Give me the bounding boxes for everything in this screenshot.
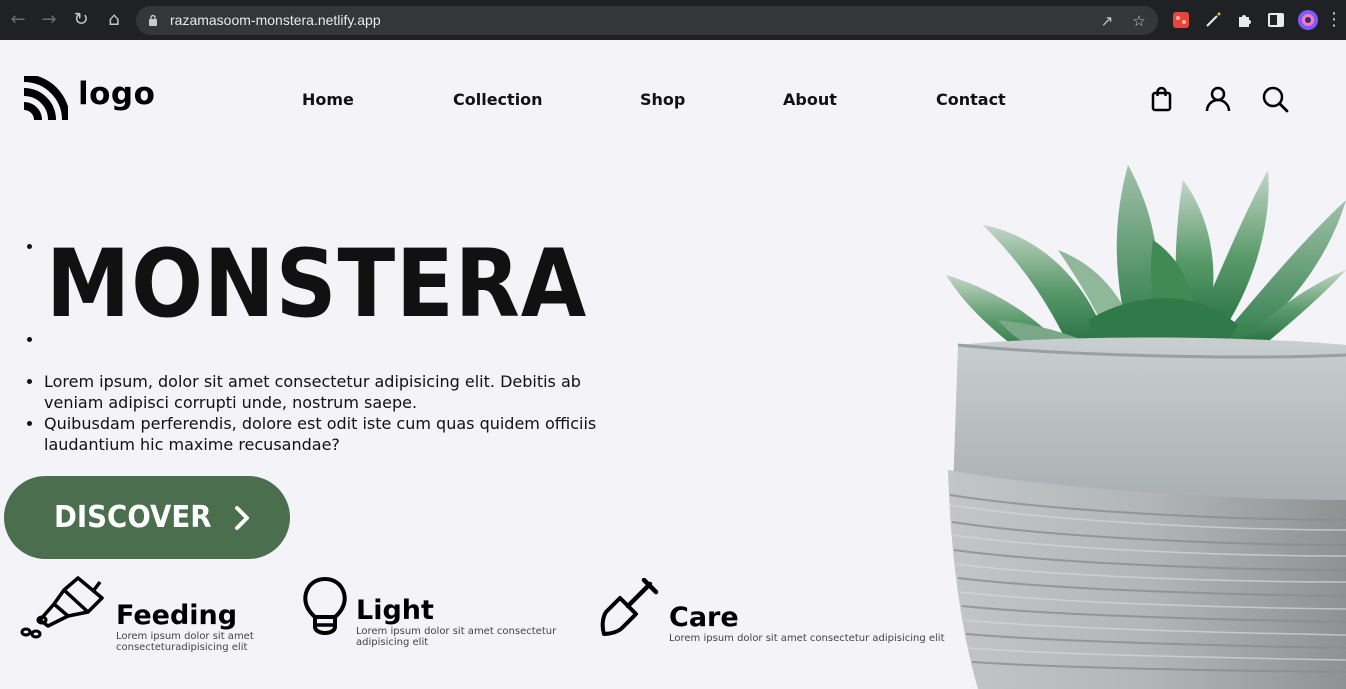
hero-title-item: MONSTERA [44,230,624,339]
lock-icon [149,14,157,26]
browser-toolbar: ← → ↻ ⌂ razamasoom-monstera.netlify.app … [0,0,1346,40]
shopping-bag-icon[interactable] [1148,85,1176,113]
hero-paragraph-2: Quibusdam perferendis, dolore est odit i… [44,413,624,455]
sidebar-icon[interactable] [1267,11,1285,29]
succulent-plant-image [946,165,1346,689]
chevron-right-icon [235,505,250,530]
feature-title-feeding: Feeding [116,600,238,631]
menu-dots-icon[interactable]: ⋮ [1325,9,1343,31]
profile-avatar[interactable] [1297,9,1319,31]
star-icon[interactable]: ☆ [1130,12,1148,30]
watering-can-icon [20,576,104,639]
nav-home[interactable]: Home [302,90,354,109]
shovel-icon [600,578,659,636]
share-icon[interactable]: ↗ [1098,12,1116,30]
back-arrow-icon[interactable]: ← [7,9,29,31]
feature-desc-light: Lorem ipsum dolor sit amet consectetur a… [356,626,557,648]
feature-desc-care: Lorem ipsum dolor sit amet consectetur a… [669,633,945,644]
address-bar[interactable]: razamasoom-monstera.netlify.app ↗ ☆ [136,6,1158,35]
url-text: razamasoom-monstera.netlify.app [170,12,381,28]
logo-icon[interactable] [24,76,68,120]
logo-text[interactable]: logo [78,76,155,112]
nav-shop[interactable]: Shop [640,90,685,109]
light-bulb-icon [303,577,347,635]
home-icon[interactable]: ⌂ [103,9,125,31]
discover-button[interactable]: DISCOVER [4,476,290,559]
puzzle-icon[interactable] [1236,11,1254,29]
hero-title: MONSTERA [46,230,588,339]
nav-collection[interactable]: Collection [453,90,543,109]
pen-extension-icon[interactable] [1204,11,1222,29]
feature-desc-feeding: Lorem ipsum dolor sit amet consecteturad… [116,631,254,653]
forward-arrow-icon[interactable]: → [38,9,60,31]
nav-about[interactable]: About [783,90,837,109]
hero-paragraph-1: Lorem ipsum, dolor sit amet consectetur … [44,371,624,413]
feature-title-light: Light [356,595,434,626]
extension-icon[interactable] [1172,11,1190,29]
search-icon[interactable] [1261,85,1289,113]
reload-icon[interactable]: ↻ [70,9,92,31]
nav-contact[interactable]: Contact [936,90,1006,109]
user-icon[interactable] [1204,85,1232,113]
discover-label: DISCOVER [54,500,212,535]
hero-list: MONSTERA Lorem ipsum, dolor sit amet con… [44,236,624,455]
feature-title-care: Care [669,602,739,633]
